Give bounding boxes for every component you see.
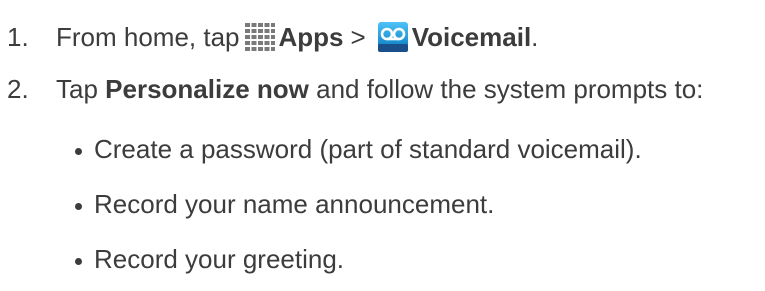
step-number: 2.: [7, 74, 29, 104]
bullet-icon: [75, 257, 82, 265]
list-item: Create a password (part of standard voic…: [75, 133, 642, 165]
instruction-document: 1. From home, tap Apps > Voicemail . 2. …: [0, 0, 765, 291]
bullet-text: Record your greeting.: [94, 244, 345, 274]
bullet-text: Record your name announcement.: [94, 189, 495, 219]
bullet-icon: [75, 202, 82, 210]
step-1: 1. From home, tap Apps > Voicemail .: [0, 21, 538, 53]
bullet-text: Create a password (part of standard voic…: [94, 134, 642, 164]
voicemail-icon: [377, 22, 408, 52]
list-item: Record your greeting.: [75, 243, 344, 275]
list-item: Record your name announcement.: [75, 188, 494, 220]
voicemail-label: Voicemail: [411, 22, 532, 52]
step-text-end: and follow the system prompts to:: [316, 74, 704, 104]
step-number: 1.: [7, 22, 29, 52]
personalize-now-label: Personalize now: [105, 74, 309, 104]
apps-grid-icon: [244, 23, 275, 51]
step-2: 2. Tap Personalize now and follow the sy…: [0, 73, 703, 105]
separator: >: [350, 22, 366, 52]
apps-label: Apps: [278, 22, 344, 52]
step-text: Tap: [56, 74, 98, 104]
step-text: From home, tap: [56, 22, 240, 52]
step-text-end: .: [531, 22, 539, 52]
bullet-icon: [75, 147, 82, 155]
